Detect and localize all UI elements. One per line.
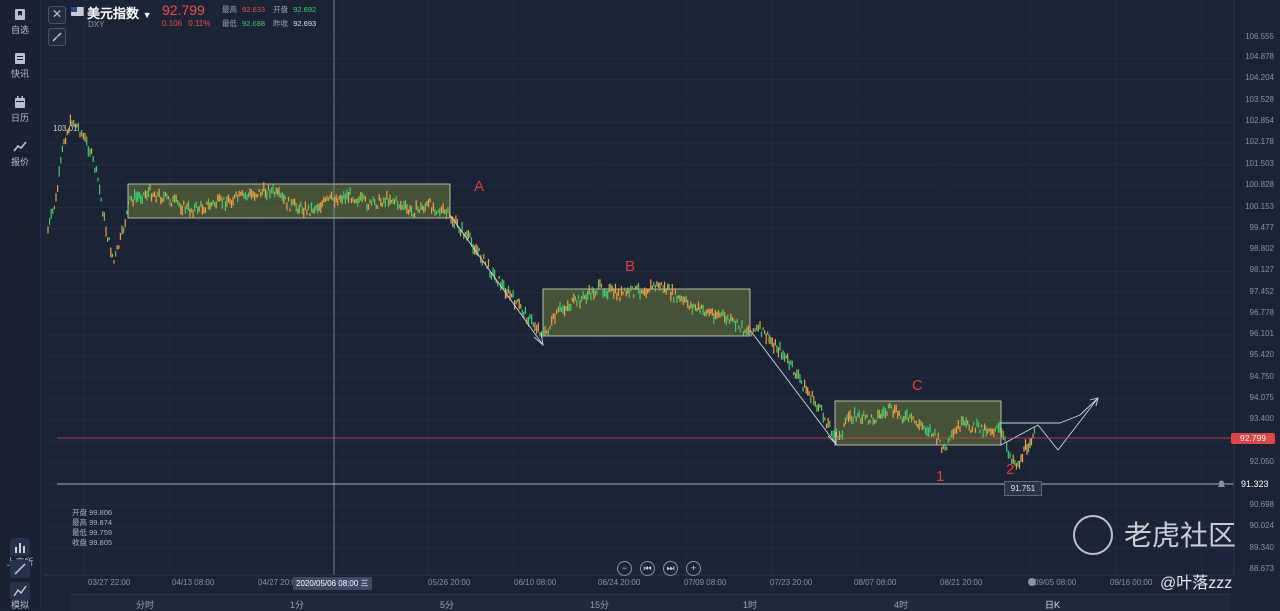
y-tick: 106.555	[1245, 32, 1274, 41]
wave-label-b: B	[625, 258, 636, 275]
period-tabs: 分时 1分 5分 15分 1时 4时 日K	[70, 594, 1230, 611]
tab-5min[interactable]: 5分	[440, 598, 454, 611]
zoom-in-button[interactable]: +	[686, 561, 701, 576]
y-tick: 104.878	[1245, 52, 1274, 61]
legend-low-label: 最低	[72, 528, 87, 537]
wave-label-1: 1	[936, 468, 945, 485]
wave-label-a: A	[474, 178, 485, 195]
y-tick: 102.854	[1245, 116, 1274, 125]
y-tick: 93.400	[1249, 414, 1274, 423]
y-tick: 94.075	[1249, 393, 1274, 402]
legend-open-label: 开盘	[72, 508, 87, 517]
y-tick: 103.528	[1245, 95, 1274, 104]
zoom-controls: − ⏮ ⏭ +	[617, 558, 709, 576]
x-tick: 07/09 08:00	[684, 578, 727, 587]
trend-line	[1057, 397, 1099, 451]
y-tick: 102.178	[1245, 137, 1274, 146]
legend-low-value: 99.759	[89, 528, 113, 537]
y-tick: 98.802	[1249, 244, 1274, 253]
low-price-tag: 91.751	[1004, 481, 1042, 496]
skip-forward-button[interactable]: ⏭	[663, 561, 678, 576]
y-tick: 101.503	[1245, 159, 1274, 168]
legend-close-label: 收盘	[72, 538, 87, 547]
y-tick: 104.204	[1245, 73, 1274, 82]
crosshair-date-tag: 2020/05/06 08:00 三	[293, 577, 372, 590]
y-tick: 97.452	[1249, 287, 1274, 296]
y-tick: 100.153	[1245, 202, 1274, 211]
wave-label-2: 2	[1006, 461, 1015, 478]
high-price-tag: 103.01	[53, 124, 78, 133]
watermark-text: 老虎社区	[1124, 520, 1237, 551]
wave-label-c: C	[912, 377, 923, 394]
ohlc-legend: 开盘 99.806 最高 99.874 最低 99.759 收盘 99.805	[72, 508, 112, 548]
trend-line	[1079, 397, 1099, 416]
y-tick: 98.127	[1249, 265, 1274, 274]
skip-back-button[interactable]: ⏮	[640, 561, 655, 576]
tab-4hour[interactable]: 4时	[894, 598, 908, 611]
x-tick: 09/16 00:00	[1110, 578, 1153, 587]
y-tick: 92.050	[1249, 457, 1274, 466]
current-price-tag: 92.799	[1231, 433, 1275, 444]
horizontal-line-value: 91.323	[1241, 479, 1269, 489]
tab-15min[interactable]: 15分	[590, 598, 609, 611]
x-tick: 09/05 08:00	[1034, 578, 1077, 587]
bell-icon[interactable]	[1217, 479, 1226, 488]
trend-line	[1037, 424, 1059, 451]
legend-high-label: 最高	[72, 518, 87, 527]
x-tick: 05/26 20:00	[428, 578, 471, 587]
x-tick: 03/27 22:00	[88, 578, 131, 587]
x-tick: 07/23 20:00	[770, 578, 813, 587]
x-tick: 06/24 20:00	[598, 578, 641, 587]
y-tick: 88.673	[1249, 564, 1274, 573]
trend-line	[749, 329, 837, 445]
x-tick: 06/10 08:00	[514, 578, 557, 587]
author-credit: @叶落zzz	[1160, 575, 1233, 592]
trend-line	[449, 214, 544, 346]
legend-open-value: 99.806	[89, 508, 113, 517]
y-tick: 99.477	[1249, 223, 1274, 232]
x-axis: 03/27 22:00 04/13 08:00 04/27 20:00 05/2…	[44, 576, 1234, 590]
x-tick: 04/13 08:00	[172, 578, 215, 587]
tab-1min[interactable]: 1分	[290, 598, 304, 611]
x-tick: 08/07 08:00	[854, 578, 897, 587]
trend-line	[1059, 414, 1081, 424]
y-tick: 94.750	[1249, 372, 1274, 381]
tiger-logo-icon	[1073, 515, 1113, 555]
y-tick: 95.420	[1249, 350, 1274, 359]
y-tick: 96.101	[1249, 329, 1274, 338]
y-tick: 89.340	[1249, 543, 1274, 552]
zoom-out-button[interactable]: −	[617, 561, 632, 576]
x-tick: 08/21 20:00	[940, 578, 983, 587]
tab-1hour[interactable]: 1时	[743, 598, 757, 611]
tab-intraday[interactable]: 分时	[136, 598, 154, 611]
y-tick: 90.698	[1249, 500, 1274, 509]
y-tick: 100.828	[1245, 180, 1274, 189]
legend-close-value: 99.805	[89, 538, 113, 547]
tab-daily[interactable]: 日K	[1045, 598, 1060, 611]
legend-high-value: 99.874	[89, 518, 113, 527]
y-tick: 90.024	[1249, 521, 1274, 530]
y-tick: 96.778	[1249, 308, 1274, 317]
